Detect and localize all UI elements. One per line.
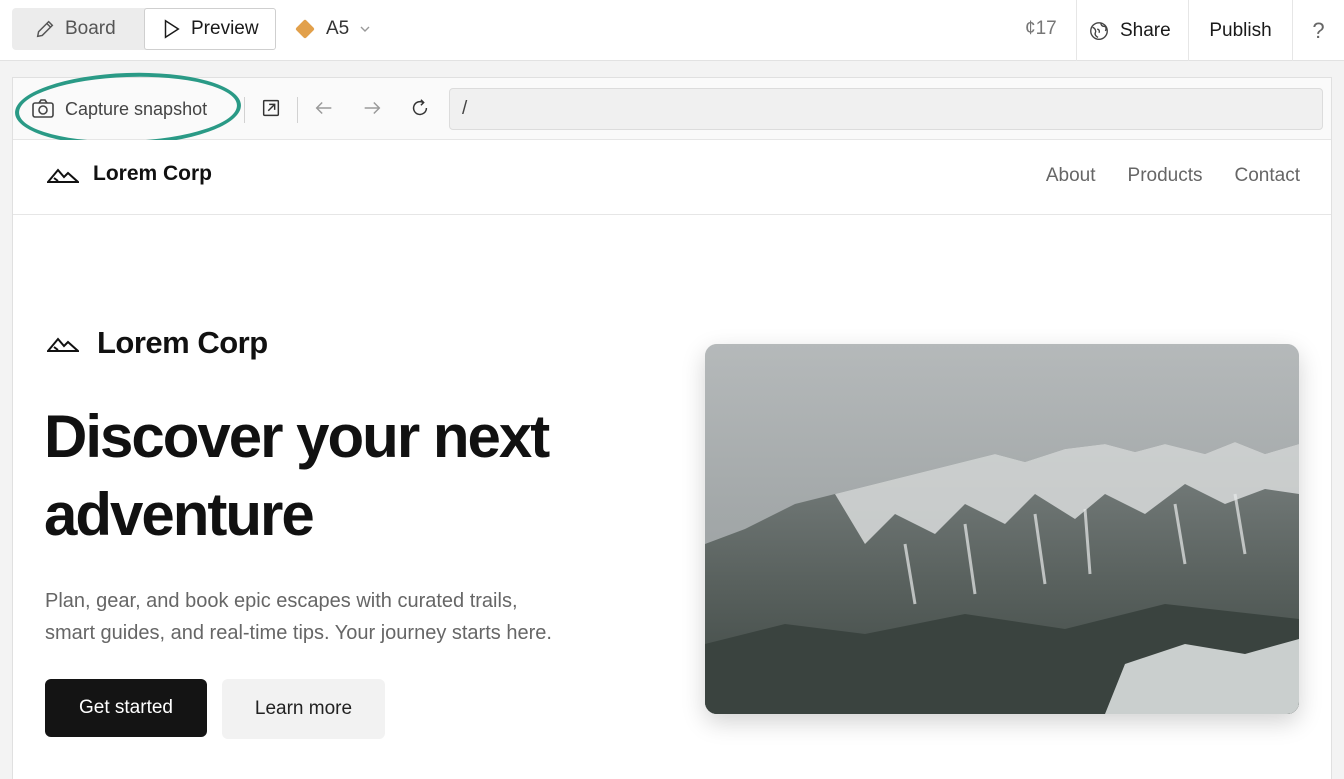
back-button[interactable] <box>312 96 336 120</box>
mountain-logo-icon <box>47 168 79 183</box>
site-navbar: Lorem Corp About Products Contact <box>13 140 1331 215</box>
mountain-logo-icon <box>47 337 79 352</box>
chevron-down-icon <box>360 26 370 32</box>
hero-headline-line: Discover your next <box>44 403 550 470</box>
nav-link-contact[interactable]: Contact <box>1235 165 1300 187</box>
forward-button[interactable] <box>360 96 384 120</box>
arrow-right-icon <box>364 101 381 115</box>
hero-mountain-image <box>705 344 1299 714</box>
hero-brand-name: Lorem Corp <box>97 325 268 360</box>
hero-headline: Discover your next adventure <box>44 398 664 554</box>
site-nav-links: About Products Contact <box>1046 165 1300 187</box>
hero-subtext-line: Plan, gear, and book epic escapes with c… <box>45 590 518 612</box>
mountain-illustration <box>705 344 1299 714</box>
board-tab-label: Board <box>65 18 116 39</box>
open-external-icon <box>262 99 280 117</box>
preview-frame: Capture snapshot / Lorem Corp About Prod… <box>12 69 1332 779</box>
project-diamond-icon <box>295 19 315 39</box>
nav-link-about[interactable]: About <box>1046 165 1096 187</box>
arrow-left-icon <box>315 101 332 115</box>
hero-headline-line: adventure <box>44 481 315 548</box>
capture-snapshot-label: Capture snapshot <box>65 98 208 119</box>
pencil-icon <box>36 20 54 38</box>
help-button[interactable]: ? <box>1292 0 1344 61</box>
site-brand[interactable]: Lorem Corp <box>47 162 212 186</box>
publish-button[interactable]: Publish <box>1188 0 1292 61</box>
project-name: A5 <box>326 18 350 39</box>
share-label: Share <box>1120 19 1171 41</box>
board-tab[interactable]: Board <box>12 8 144 50</box>
reload-button[interactable] <box>408 96 432 120</box>
get-started-button[interactable]: Get started <box>45 679 207 737</box>
nav-link-products[interactable]: Products <box>1128 165 1203 187</box>
credits-count: ¢17 <box>1025 18 1057 39</box>
hero-subtext: Plan, gear, and book epic escapes with c… <box>45 585 645 649</box>
preview-tab-label: Preview <box>191 18 259 39</box>
toolbar-divider <box>297 97 298 123</box>
reload-icon <box>412 99 428 116</box>
hero-brand: Lorem Corp <box>47 325 268 361</box>
url-input[interactable]: / <box>449 88 1323 130</box>
app-topbar: Board Preview A5 ¢17 Share Publish ? <box>0 0 1344 61</box>
preview-tab[interactable]: Preview <box>144 8 276 50</box>
hero-subtext-line: smart guides, and real-time tips. Your j… <box>45 622 552 644</box>
capture-snapshot-button[interactable]: Capture snapshot <box>31 91 207 127</box>
mode-switcher: Board Preview <box>12 8 276 50</box>
camera-icon <box>32 99 54 118</box>
preview-toolbar: Capture snapshot / <box>13 69 1331 149</box>
project-selector[interactable]: A5 <box>295 8 371 50</box>
open-external-button[interactable] <box>259 96 283 120</box>
globe-icon <box>1090 21 1108 40</box>
site-brand-name: Lorem Corp <box>93 162 213 185</box>
learn-more-button[interactable]: Learn more <box>222 679 385 739</box>
play-icon <box>164 19 180 39</box>
share-button[interactable]: Share <box>1076 0 1188 61</box>
toolbar-divider <box>244 97 245 123</box>
